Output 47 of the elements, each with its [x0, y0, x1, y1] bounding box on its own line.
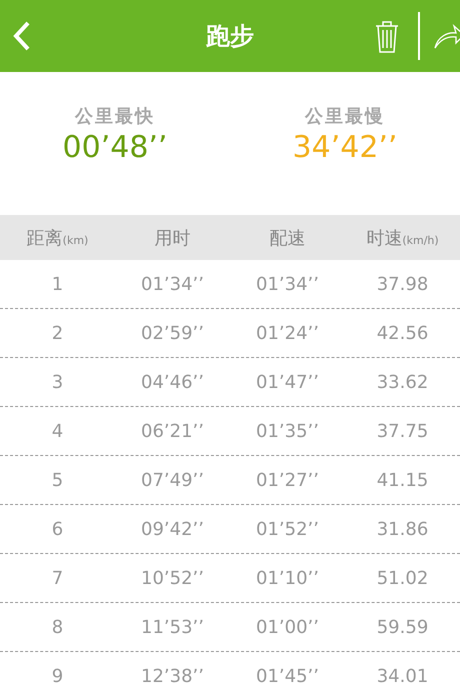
table-cell-text: 34.01 — [376, 666, 430, 686]
table-cell-text: 1 — [50, 274, 64, 294]
trash-icon[interactable] — [375, 19, 399, 53]
table-cell-text: 01’24’’ — [255, 322, 320, 344]
column-header: 距离(km) — [26, 226, 90, 250]
table-cell-text: 4 — [50, 420, 64, 442]
table-cell-text: 3 — [50, 372, 64, 392]
table-cell-text: 11’53’’ — [140, 616, 205, 638]
table-cell-text: 37.75 — [376, 420, 430, 442]
table-cell-text: 6 — [50, 518, 64, 540]
table-cell-text: 59.59 — [376, 616, 430, 638]
table-cell-text: 2 — [50, 322, 64, 344]
stat-label: 公里最慢 — [305, 105, 385, 128]
table-cell-text: 41.15 — [376, 470, 430, 490]
stat-label: 公里最快 — [75, 105, 155, 128]
column-header: 时速(km/h) — [365, 226, 440, 250]
stat-value: 34’42’’ — [292, 130, 398, 165]
table-cell-text: 01’27’’ — [255, 470, 320, 490]
table-cell-text: 01’45’’ — [255, 666, 320, 686]
table-cell-text: 04’46’’ — [140, 372, 205, 392]
page-title: 跑步 — [206, 21, 254, 52]
table-cell-text: 01’34’’ — [140, 274, 205, 294]
table-cell-text: 10’52’’ — [140, 568, 205, 588]
table-cell-text: 07’49’’ — [140, 470, 205, 490]
stat-value: 00’48’’ — [62, 130, 168, 165]
table-cell-text: 01’35’’ — [255, 420, 320, 442]
table-cell-text: 01’10’’ — [255, 568, 320, 588]
table-cell-text: 01’00’’ — [255, 616, 320, 638]
table-cell-text: 37.98 — [376, 274, 430, 294]
table-cell-text: 06’21’’ — [140, 420, 205, 442]
table-cell-text: 5 — [50, 470, 64, 490]
column-header: 用时 — [154, 226, 192, 250]
table-cell-text: 51.02 — [376, 568, 430, 588]
table-cell-text: 9 — [50, 666, 64, 686]
table-cell-text: 31.86 — [376, 518, 430, 540]
table-cell-text: 42.56 — [376, 322, 430, 344]
table-cell-text: 09’42’’ — [140, 518, 205, 540]
column-header: 配速 — [268, 226, 306, 250]
table-cell-text: 12’38’’ — [140, 666, 205, 686]
back-icon[interactable] — [12, 20, 32, 52]
table-cell-text: 33.62 — [376, 372, 430, 392]
table-cell-text: 01’47’’ — [255, 372, 320, 392]
table-cell-text: 7 — [50, 568, 64, 588]
table-cell-text: 8 — [50, 616, 64, 638]
table-cell-text: 01’34’’ — [255, 274, 320, 294]
table-cell-text: 01’52’’ — [255, 518, 320, 540]
table-cell-text: 02’59’’ — [140, 322, 205, 344]
